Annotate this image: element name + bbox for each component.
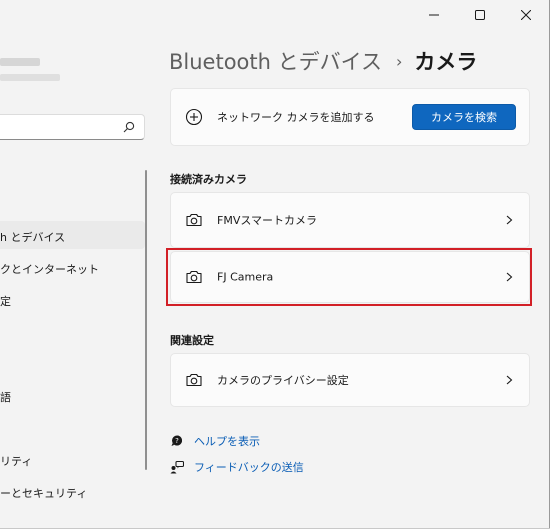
privacy-settings-label: カメラのプライバシー設定 — [217, 374, 349, 387]
camera-item-fmv[interactable]: FMVスマートカメラ — [170, 192, 530, 248]
help-link[interactable]: ? ヘルプを表示 — [170, 433, 260, 449]
camera-label: FMVスマートカメラ — [217, 214, 318, 227]
user-email-blurred — [0, 74, 60, 81]
breadcrumb-parent[interactable]: Bluetooth とデバイス — [169, 46, 382, 76]
sidebar-scrollbar[interactable] — [145, 170, 147, 470]
help-icon: ? — [171, 435, 183, 446]
search-icon — [123, 121, 135, 133]
breadcrumb-separator: › — [396, 51, 403, 71]
title-bar-controls — [411, 0, 549, 30]
sidebar-item-network[interactable]: クとインターネット — [0, 261, 99, 277]
chevron-right-icon — [506, 375, 513, 385]
maximize-button[interactable] — [457, 0, 503, 30]
sidebar-item-accessibility[interactable]: リティ — [0, 453, 32, 469]
close-button[interactable] — [503, 0, 549, 30]
sidebar-item-privacy-security[interactable]: ーとセキュリティ — [0, 485, 87, 501]
add-circle-icon — [185, 108, 203, 126]
breadcrumb: Bluetooth とデバイス › カメラ — [169, 46, 477, 76]
search-cameras-button[interactable]: カメラを検索 — [412, 104, 516, 130]
related-settings-heading: 関連設定 — [170, 334, 214, 347]
chevron-right-icon — [506, 215, 513, 225]
close-icon — [521, 10, 531, 20]
camera-privacy-settings-item[interactable]: カメラのプライバシー設定 — [170, 353, 530, 407]
feedback-link-label[interactable]: フィードバックの送信 — [194, 459, 304, 475]
feedback-link[interactable]: フィードバックの送信 — [170, 459, 304, 475]
feedback-icon — [170, 460, 184, 474]
help-link-label[interactable]: ヘルプを表示 — [194, 433, 260, 449]
highlight-box — [166, 248, 532, 306]
user-name-blurred — [0, 58, 40, 66]
add-network-camera-label: ネットワーク カメラを追加する — [217, 111, 375, 124]
maximize-icon — [475, 10, 485, 20]
page-title: カメラ — [414, 50, 478, 74]
svg-text:?: ? — [175, 437, 179, 445]
minimize-icon — [429, 14, 439, 16]
sidebar-item-language[interactable]: 語 — [0, 389, 11, 405]
camera-icon — [186, 373, 202, 387]
add-network-camera-card: ネットワーク カメラを追加する カメラを検索 — [170, 88, 530, 146]
sidebar-item-bluetooth[interactable]: h とデバイス — [0, 229, 65, 245]
connected-cameras-heading: 接続済みカメラ — [170, 173, 247, 186]
settings-search-input[interactable] — [0, 114, 145, 140]
sidebar-item-personalization[interactable]: 定 — [0, 293, 11, 309]
camera-icon — [186, 213, 202, 227]
minimize-button[interactable] — [411, 0, 457, 30]
